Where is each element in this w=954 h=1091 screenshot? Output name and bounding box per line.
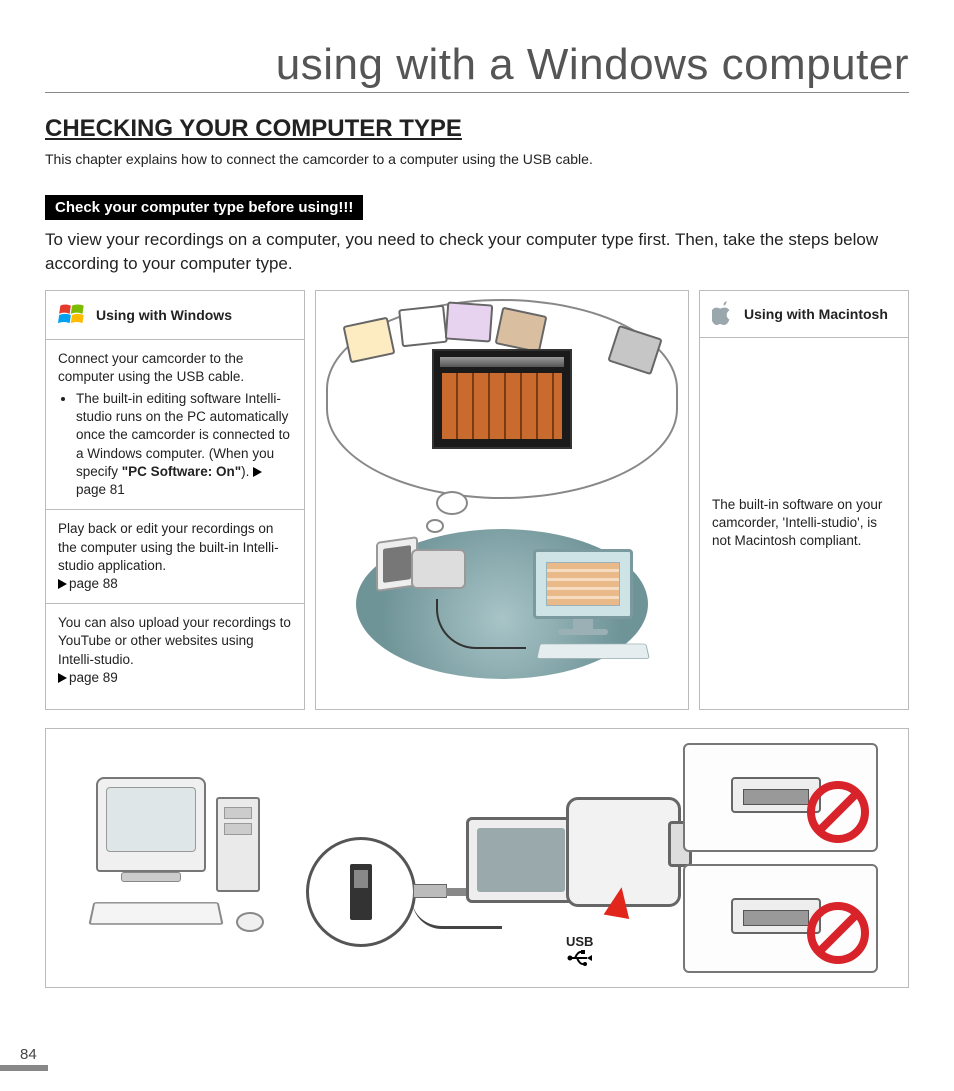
arrow-icon — [253, 467, 262, 477]
arrow-icon — [58, 673, 67, 683]
camcorder-large-icon — [466, 787, 686, 947]
mac-body-text: The built-in software on your camcorder,… — [712, 496, 896, 551]
windows-header: Using with Windows — [46, 291, 304, 340]
windows-block-3: You can also upload your recordings to Y… — [46, 604, 304, 697]
win-b1-post: ). — [241, 464, 253, 479]
keyboard-icon — [536, 643, 650, 658]
page-number: 84 — [20, 1046, 37, 1063]
win-b1-ref: page 81 — [76, 482, 125, 497]
win-b1-lead: Connect your camcorder to the computer u… — [58, 351, 244, 384]
desktop-pc-icon — [86, 777, 306, 947]
windows-block-2: Play back or edit your recordings on the… — [46, 510, 304, 604]
os-columns: Using with Windows Connect your camcorde… — [45, 290, 909, 710]
connection-diagram: USB — [45, 728, 909, 988]
thought-bubble — [326, 299, 678, 499]
bubble-tail-icon — [436, 491, 468, 515]
usb-port-closeup-icon — [306, 837, 416, 947]
camcorder-icon — [376, 539, 466, 599]
check-type-banner: Check your computer type before using!!! — [45, 195, 363, 220]
apple-logo-icon — [712, 301, 734, 327]
bubble-tail-icon — [426, 519, 444, 533]
intro-text: This chapter explains how to connect the… — [45, 151, 909, 167]
mac-title: Using with Macintosh — [744, 306, 888, 322]
windows-logo-icon — [58, 301, 86, 329]
windows-title: Using with Windows — [96, 307, 232, 323]
windows-column: Using with Windows Connect your camcorde… — [45, 290, 305, 710]
usb-label-text: USB — [566, 934, 593, 949]
win-b1-bullet: The built-in editing software Intelli-st… — [76, 390, 292, 499]
page-title: using with a Windows computer — [45, 40, 909, 93]
wrong-port-2 — [683, 864, 878, 973]
windows-block-1: Connect your camcorder to the computer u… — [46, 340, 304, 511]
wrong-port-1 — [683, 743, 878, 852]
usb-trident-icon — [567, 949, 593, 967]
mac-body: The built-in software on your camcorder,… — [700, 338, 908, 709]
arrow-icon — [58, 579, 67, 589]
mac-header: Using with Macintosh — [700, 291, 908, 338]
center-illustration — [315, 290, 689, 710]
section-heading: CHECKING YOUR COMPUTER TYPE — [45, 115, 909, 143]
win-b2-ref: page 88 — [69, 576, 118, 591]
prohibited-icon — [806, 901, 870, 965]
mac-column: Using with Macintosh The built-in softwa… — [699, 290, 909, 710]
banner-followup-text: To view your recordings on a computer, y… — [45, 228, 909, 276]
monitor-icon — [533, 549, 633, 639]
win-b3-ref: page 89 — [69, 670, 118, 685]
usb-label: USB — [566, 934, 593, 967]
red-arrow-icon — [604, 885, 635, 919]
intelli-studio-window-icon — [432, 349, 572, 449]
page-number-bar — [0, 1065, 48, 1071]
prohibited-icon — [806, 780, 870, 844]
win-b3-text: You can also upload your recordings to Y… — [58, 615, 291, 666]
win-b2-text: Play back or edit your recordings on the… — [58, 521, 279, 572]
win-b1-bold: "PC Software: On" — [122, 464, 241, 479]
prohibited-ports — [683, 743, 878, 973]
